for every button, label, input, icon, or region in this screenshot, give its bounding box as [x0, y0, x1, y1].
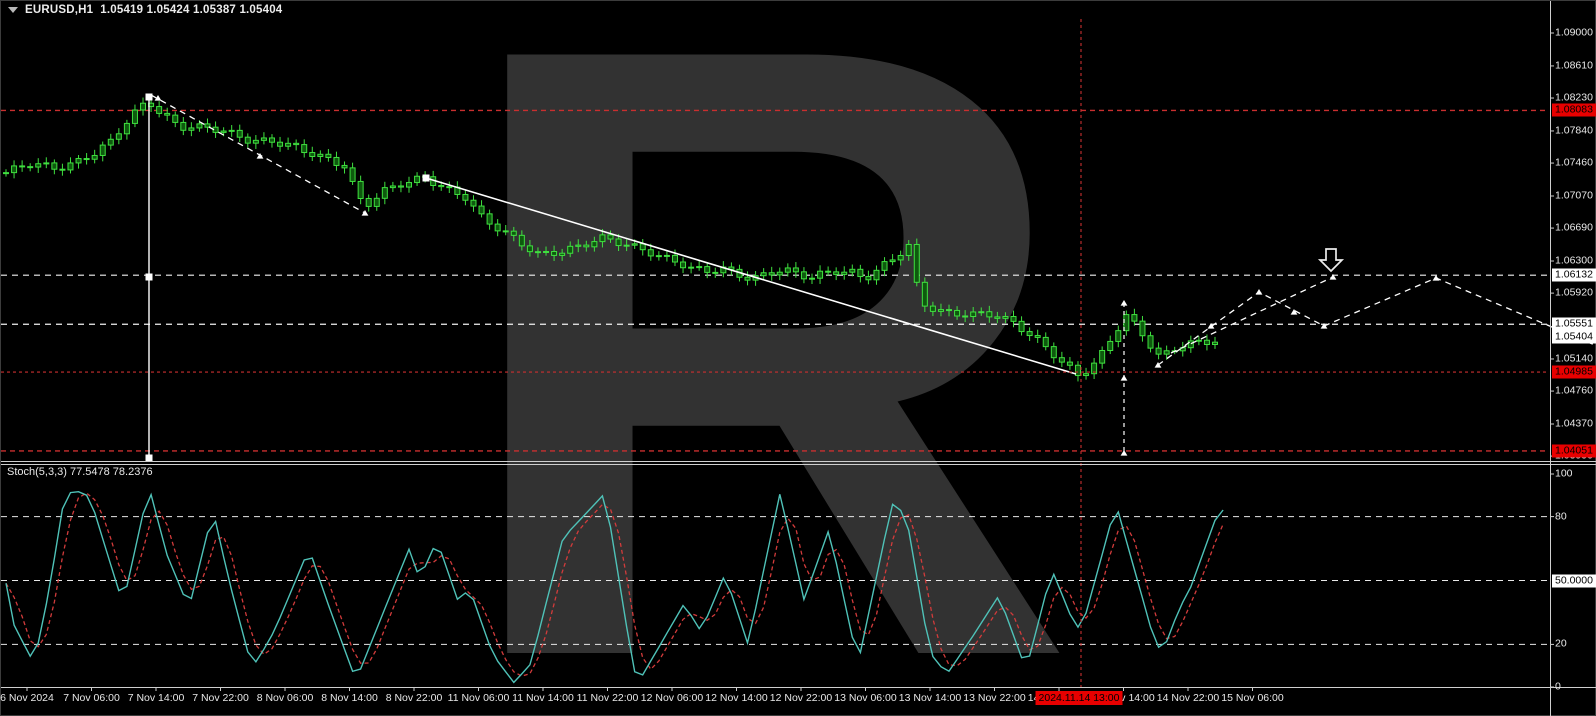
stoch-axis-label: 80: [1555, 510, 1567, 523]
price-level-label: 1.05551: [1552, 317, 1596, 331]
object-handle-marker[interactable]: [361, 210, 369, 216]
time-axis-label: 13 Nov 22:00: [963, 692, 1026, 704]
price-axis-label: 1.08230: [1555, 91, 1593, 104]
stoch-level-label: 50.0000: [1552, 574, 1596, 587]
forecast-segment-dashed[interactable]: [1170, 276, 1334, 354]
quote-low: 1.05387: [193, 4, 237, 16]
stoch-axis-label: 100: [1555, 467, 1573, 480]
symbol-period-label: EURUSD,H1: [25, 4, 94, 16]
price-level-label: 1.05404: [1552, 330, 1596, 344]
time-axis-label: 12 Nov 06:00: [640, 692, 704, 704]
price-level-label-red: 1.08083: [1552, 103, 1596, 117]
time-axis-label: 6 Nov 2024: [0, 692, 54, 704]
crosshair-time-label: 2024.11.14 13:00: [1035, 691, 1123, 705]
price-axis-label: 1.08610: [1555, 59, 1593, 72]
object-handle-square[interactable]: [145, 454, 153, 462]
time-axis-label: 14 Nov 22:00: [1156, 692, 1220, 704]
forecast-zigzag-dashed[interactable]: [1157, 277, 1596, 366]
price-axis-label: 1.07070: [1555, 189, 1593, 202]
stoch-axis-label: 0: [1555, 680, 1561, 693]
chart-plot-area[interactable]: R: [1, 1, 1596, 716]
symbol-dropdown-icon[interactable]: [8, 7, 18, 13]
stochastic-values: 77.5478 78.2376: [69, 466, 153, 478]
quote-high: 1.05424: [146, 4, 190, 16]
trendline-dashed[interactable]: [150, 94, 366, 214]
time-axis-label: 12 Nov 14:00: [705, 692, 768, 704]
ohlc-quotes: 1.05419 1.05424 1.05387 1.05404: [100, 4, 282, 16]
time-axis-label: 7 Nov 14:00: [127, 692, 185, 704]
price-level-label-red: 1.04051: [1552, 444, 1596, 458]
price-axis-label: 1.04760: [1555, 384, 1593, 397]
price-axis-label: 1.06690: [1555, 221, 1593, 234]
quote-open: 1.05419: [100, 4, 144, 16]
time-axis-label: 13 Nov 06:00: [834, 692, 897, 704]
time-axis-label: 7 Nov 06:00: [63, 692, 120, 704]
price-axis-label: 1.06300: [1555, 254, 1593, 267]
object-handle-square[interactable]: [145, 93, 153, 101]
time-axis-label: 15 Nov 06:00: [1221, 692, 1284, 704]
time-axis-label: 12 Nov 22:00: [769, 692, 833, 704]
down-arrow-annotation[interactable]: [1317, 248, 1345, 273]
time-axis-label: 7 Nov 22:00: [192, 692, 249, 704]
stoch-axis-label: 20: [1555, 637, 1567, 650]
time-axis-label: 8 Nov 14:00: [321, 692, 378, 704]
chart-window: EURUSD,H1 1.05419 1.05424 1.05387 1.0540…: [0, 0, 1596, 716]
time-axis-label: 11 Nov 06:00: [447, 692, 510, 704]
price-axis-label: 1.07460: [1555, 156, 1593, 169]
time-axis-label: 8 Nov 06:00: [256, 692, 314, 704]
object-handle-square[interactable]: [422, 174, 430, 182]
object-handle-marker[interactable]: [1255, 289, 1263, 295]
stochastic-indicator-label: Stoch(5,3,3) 77.5478 78.2376: [7, 466, 153, 478]
time-axis-label: 8 Nov 22:00: [385, 692, 443, 704]
chart-title-bar: EURUSD,H1 1.05419 1.05424 1.05387 1.0540…: [8, 4, 282, 16]
time-axis-label: 11 Nov 14:00: [512, 692, 574, 704]
object-handle-marker[interactable]: [1120, 375, 1128, 381]
price-axis-label: 1.07840: [1555, 124, 1593, 137]
object-handle-marker[interactable]: [1432, 275, 1440, 281]
object-handle-square[interactable]: [145, 273, 153, 281]
time-axis-label: 11 Nov 22:00: [576, 692, 639, 704]
price-axis-label: 1.04370: [1555, 417, 1593, 430]
price-level-label: 1.06132: [1552, 268, 1596, 282]
price-axis-label: 1.05140: [1555, 352, 1593, 365]
price-axis-label: 1.09000: [1555, 26, 1593, 39]
price-level-label-red: 1.04985: [1552, 365, 1596, 379]
time-axis-label: 13 Nov 14:00: [898, 692, 962, 704]
price-axis-label: 1.05920: [1555, 286, 1593, 299]
quote-close: 1.05404: [239, 4, 283, 16]
object-handle-marker[interactable]: [1120, 300, 1128, 306]
